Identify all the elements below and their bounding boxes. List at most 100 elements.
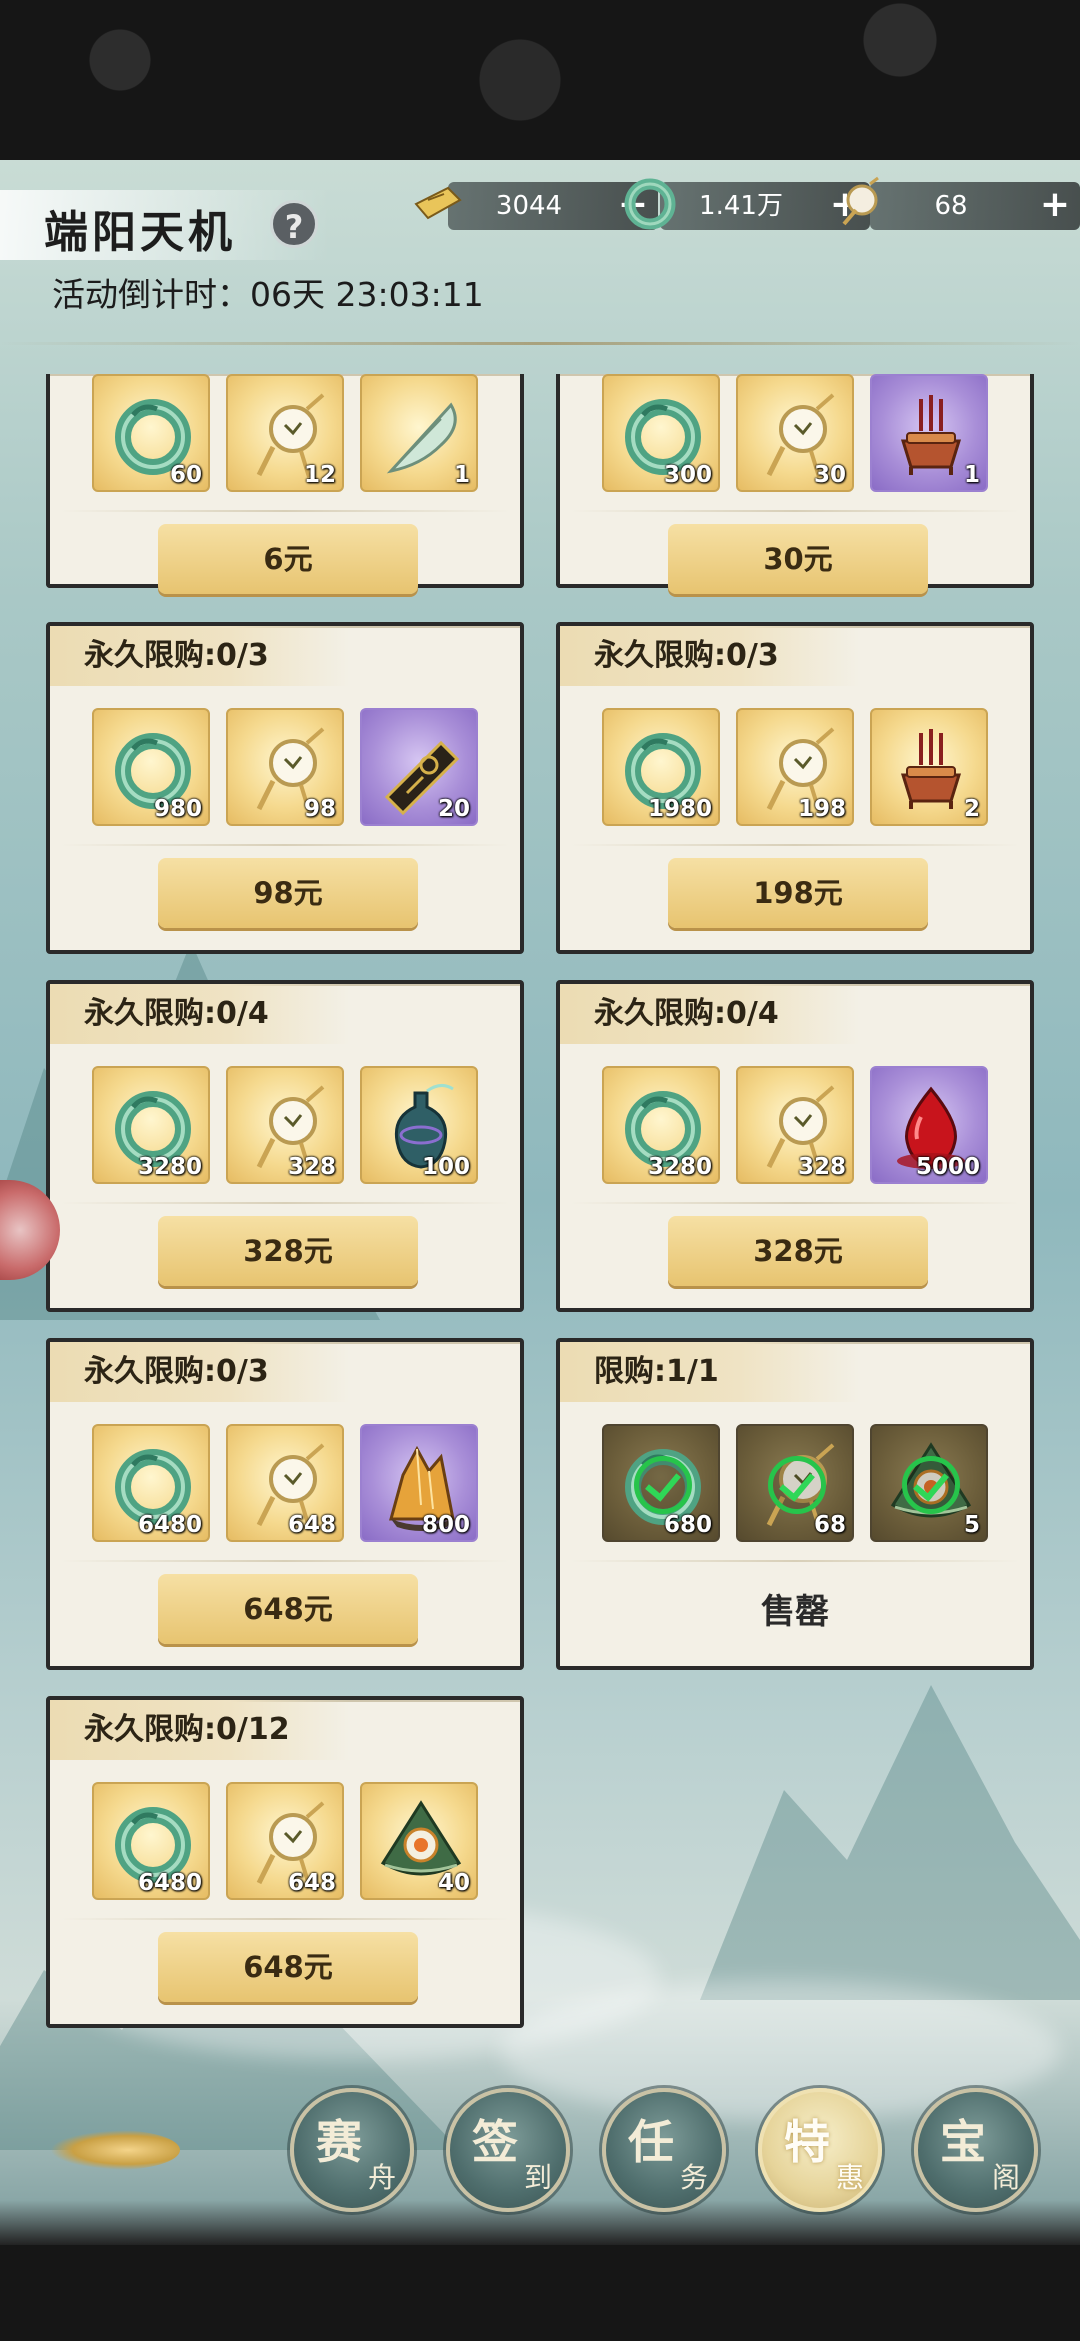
item-quantity: 98	[303, 796, 336, 822]
nav-tab-sub-char: 惠	[835, 2161, 864, 2194]
event-screen: 端阳天机 ? 活动倒计时：06天 23:03:11 3044 + 1.41万 +…	[0, 0, 1080, 2341]
reward-item[interactable]: 12	[226, 374, 344, 492]
reward-item[interactable]: 648	[226, 1424, 344, 1542]
item-quantity: 100	[421, 1154, 470, 1180]
item-quantity: 5	[963, 1512, 980, 1538]
nav-tab-main-char: 任	[628, 2115, 674, 2169]
reward-item[interactable]: 20	[360, 708, 478, 826]
pack-card: 永久限购:0/3 1980 198 2 198元	[556, 622, 1034, 954]
reward-items: 300 30 1	[602, 374, 1002, 492]
card-divider	[60, 1560, 510, 1562]
resource-value: 3044	[495, 191, 563, 221]
card-divider	[60, 1918, 510, 1920]
resource-pouch: 68 +	[842, 176, 1080, 230]
reward-items: 1980 198 2	[602, 708, 1002, 826]
buy-price-button[interactable]: 98元	[158, 858, 418, 928]
background-mountain	[700, 1685, 1080, 2000]
reward-item[interactable]: 5	[870, 1424, 988, 1542]
buy-price-button[interactable]: 648元	[158, 1574, 418, 1644]
reward-items: 6480 648 800	[92, 1424, 492, 1542]
buy-price-button[interactable]: 6元	[158, 524, 418, 594]
brush-stroke-decoration	[50, 2130, 180, 2170]
top-decorative-band	[0, 0, 1080, 160]
nav-tab-sub-char: 阁	[991, 2161, 1020, 2194]
reward-item[interactable]: 980	[92, 708, 210, 826]
reward-items: 3280 328 100	[92, 1066, 492, 1184]
reward-item[interactable]: 1	[360, 374, 478, 492]
reward-items: 60 12 1	[92, 374, 492, 492]
reward-item[interactable]: 300	[602, 374, 720, 492]
pack-card: 限购:1/1 680 68 5 售罄	[556, 1338, 1034, 1670]
purchase-limit: 永久限购:0/3	[50, 626, 350, 686]
purchase-limit: 永久限购:0/12	[50, 1700, 350, 1760]
pack-card: 永久限购:0/3 6480 648 800 648元	[46, 1338, 524, 1670]
reward-item[interactable]: 800	[360, 1424, 478, 1542]
item-quantity: 6480	[137, 1870, 202, 1896]
buy-price-button[interactable]: 328元	[668, 1216, 928, 1286]
reward-items: 980 98 20	[92, 708, 492, 826]
reward-item[interactable]: 1	[870, 374, 988, 492]
reward-item[interactable]: 648	[226, 1782, 344, 1900]
nav-tab-3[interactable]: 特惠	[758, 2088, 882, 2212]
card-divider	[570, 844, 1020, 846]
pack-card: 永久限购:0/4 3280 328 5000 328元	[556, 980, 1034, 1312]
pack-card: 300 30 1 30元	[556, 374, 1034, 594]
pack-card: 永久限购:0/3 980 98 20 98元	[46, 622, 524, 954]
help-button[interactable]: ?	[270, 200, 318, 248]
item-quantity: 300	[663, 462, 712, 488]
nav-tab-1[interactable]: 签到	[446, 2088, 570, 2212]
card-divider	[570, 1560, 1020, 1562]
reward-item[interactable]: 2	[870, 708, 988, 826]
reward-item[interactable]: 30	[736, 374, 854, 492]
item-quantity: 1	[453, 462, 470, 488]
item-quantity: 2	[963, 796, 980, 822]
claimed-check-icon	[634, 1456, 692, 1514]
nav-tab-sub-char: 务	[679, 2161, 708, 2194]
reward-item[interactable]: 5000	[870, 1066, 988, 1184]
reward-item[interactable]: 1980	[602, 708, 720, 826]
reward-item[interactable]: 328	[736, 1066, 854, 1184]
reward-item[interactable]: 6480	[92, 1782, 210, 1900]
reward-item[interactable]: 100	[360, 1066, 478, 1184]
item-quantity: 3280	[137, 1154, 202, 1180]
item-quantity: 12	[303, 462, 336, 488]
item-quantity: 648	[287, 1512, 336, 1538]
purchase-limit: 永久限购:0/4	[560, 984, 860, 1044]
item-quantity: 328	[287, 1154, 336, 1180]
reward-item[interactable]: 6480	[92, 1424, 210, 1542]
nav-tab-2[interactable]: 任务	[602, 2088, 726, 2212]
page-title: 端阳天机	[44, 207, 236, 258]
reward-item[interactable]: 198	[736, 708, 854, 826]
item-quantity: 680	[663, 1512, 712, 1538]
reward-item[interactable]: 3280	[602, 1066, 720, 1184]
add-resource-button[interactable]: +	[1040, 186, 1070, 224]
event-countdown: 活动倒计时：06天 23:03:11	[52, 275, 484, 314]
reward-items: 6480 648 40	[92, 1782, 492, 1900]
nav-tab-4[interactable]: 宝阁	[914, 2088, 1038, 2212]
item-quantity: 3280	[647, 1154, 712, 1180]
reward-item[interactable]: 680	[602, 1424, 720, 1542]
card-divider	[570, 510, 1020, 512]
pack-card: 60 12 1 6元	[46, 374, 524, 594]
buy-price-button[interactable]: 30元	[668, 524, 928, 594]
resource-value: 68	[934, 191, 968, 221]
nav-tab-sub-char: 舟	[367, 2161, 396, 2194]
reward-item[interactable]: 328	[226, 1066, 344, 1184]
purchase-limit: 永久限购:0/3	[560, 626, 860, 686]
reward-item[interactable]: 98	[226, 708, 344, 826]
item-quantity: 5000	[915, 1154, 980, 1180]
reward-item[interactable]: 60	[92, 374, 210, 492]
item-quantity: 198	[797, 796, 846, 822]
pack-card: 永久限购:0/4 3280 328 100 328元	[46, 980, 524, 1312]
reward-item[interactable]: 68	[736, 1424, 854, 1542]
buy-price-button[interactable]: 198元	[668, 858, 928, 928]
purchase-limit: 永久限购:0/4	[50, 984, 350, 1044]
nav-tab-0[interactable]: 赛舟	[290, 2088, 414, 2212]
nav-tab-main-char: 赛	[316, 2115, 362, 2169]
item-quantity: 1980	[647, 796, 712, 822]
buy-price-button[interactable]: 648元	[158, 1932, 418, 2002]
reward-item[interactable]: 40	[360, 1782, 478, 1900]
sold-out-label: 售罄	[761, 1592, 829, 1632]
buy-price-button[interactable]: 328元	[158, 1216, 418, 1286]
reward-item[interactable]: 3280	[92, 1066, 210, 1184]
